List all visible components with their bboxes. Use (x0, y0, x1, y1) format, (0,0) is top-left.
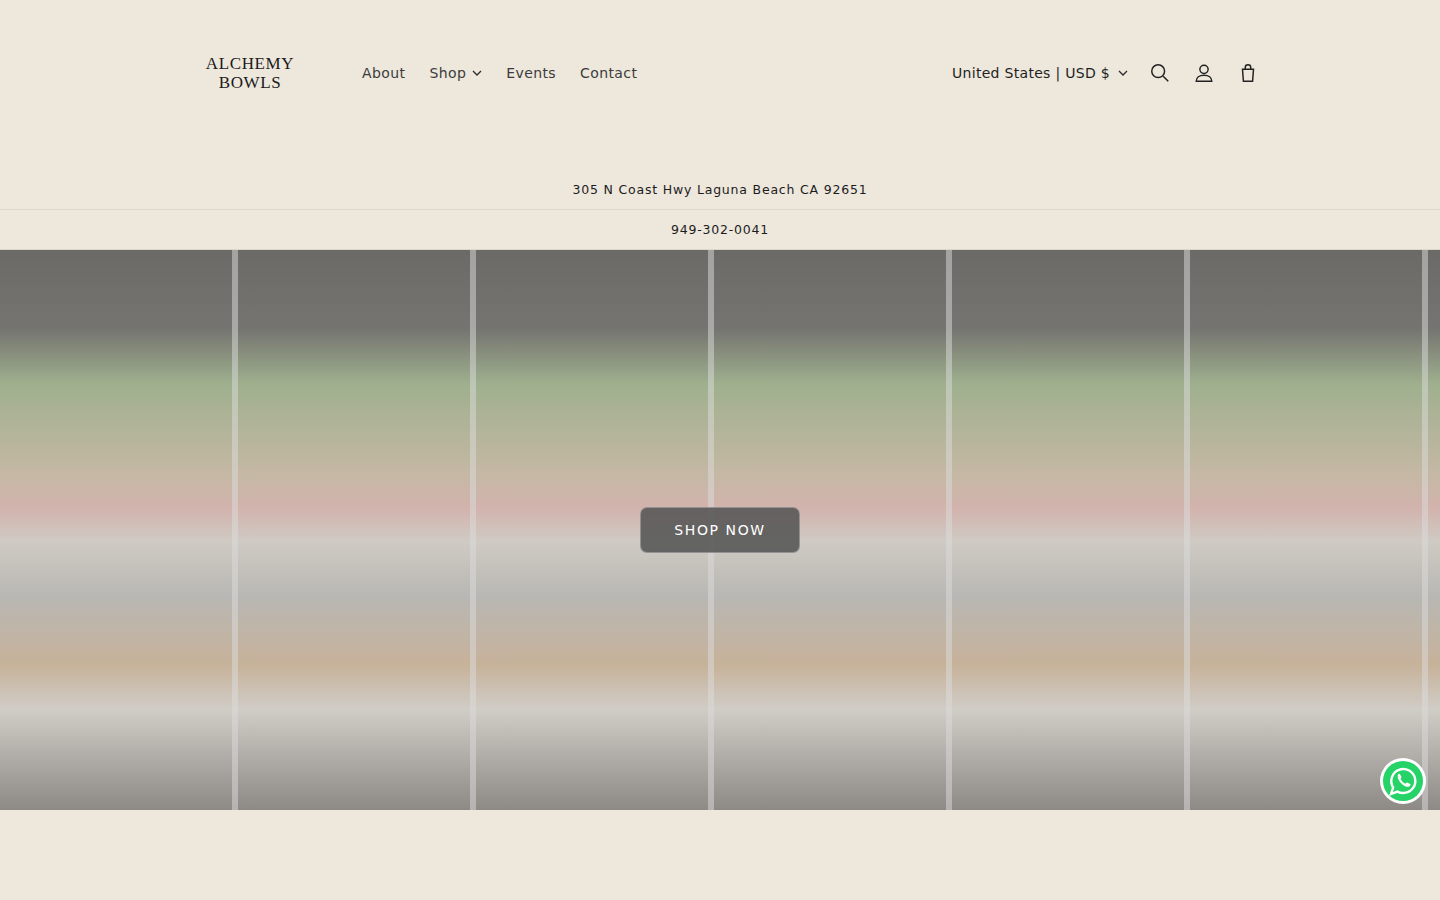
hero-banner: SHOP NOW (0, 250, 1440, 810)
page: ALCHEMYBOWLS AboutShopEventsContact United… (0, 0, 1440, 900)
announcement-text: 949-302-0041 (671, 222, 769, 237)
announcement-bar: 305 N Coast Hwy Laguna Beach CA 92651 (0, 170, 1440, 210)
nav-item[interactable]: Events (494, 57, 568, 89)
whatsapp-icon (1379, 757, 1427, 805)
cart-button[interactable] (1226, 51, 1270, 95)
search-button[interactable] (1138, 51, 1182, 95)
nav-item[interactable]: Shop (417, 57, 494, 89)
logo[interactable]: ALCHEMYBOWLS (170, 54, 330, 92)
nav-item[interactable]: About (350, 57, 417, 89)
account-icon (1193, 62, 1215, 84)
cart-icon (1237, 62, 1259, 84)
announcement-bar: 949-302-0041 (0, 210, 1440, 250)
main-nav: AboutShopEventsContact (350, 57, 649, 89)
chevron-down-icon (1118, 70, 1128, 76)
nav-item[interactable]: Contact (568, 57, 649, 89)
header-tools: United States | USD $ (942, 51, 1270, 95)
logo-line: ALCHEMY (206, 54, 294, 73)
site-header: ALCHEMYBOWLS AboutShopEventsContact United… (0, 0, 1440, 170)
account-button[interactable] (1182, 51, 1226, 95)
locale-selector[interactable]: United States | USD $ (942, 57, 1138, 89)
announcement-text: 305 N Coast Hwy Laguna Beach CA 92651 (573, 182, 868, 197)
chevron-down-icon (472, 70, 482, 76)
search-icon (1149, 62, 1171, 84)
whatsapp-button[interactable] (1379, 757, 1427, 805)
logo-line: BOWLS (219, 73, 282, 92)
shop-now-button[interactable]: SHOP NOW (640, 507, 800, 553)
page-background (0, 810, 1440, 900)
